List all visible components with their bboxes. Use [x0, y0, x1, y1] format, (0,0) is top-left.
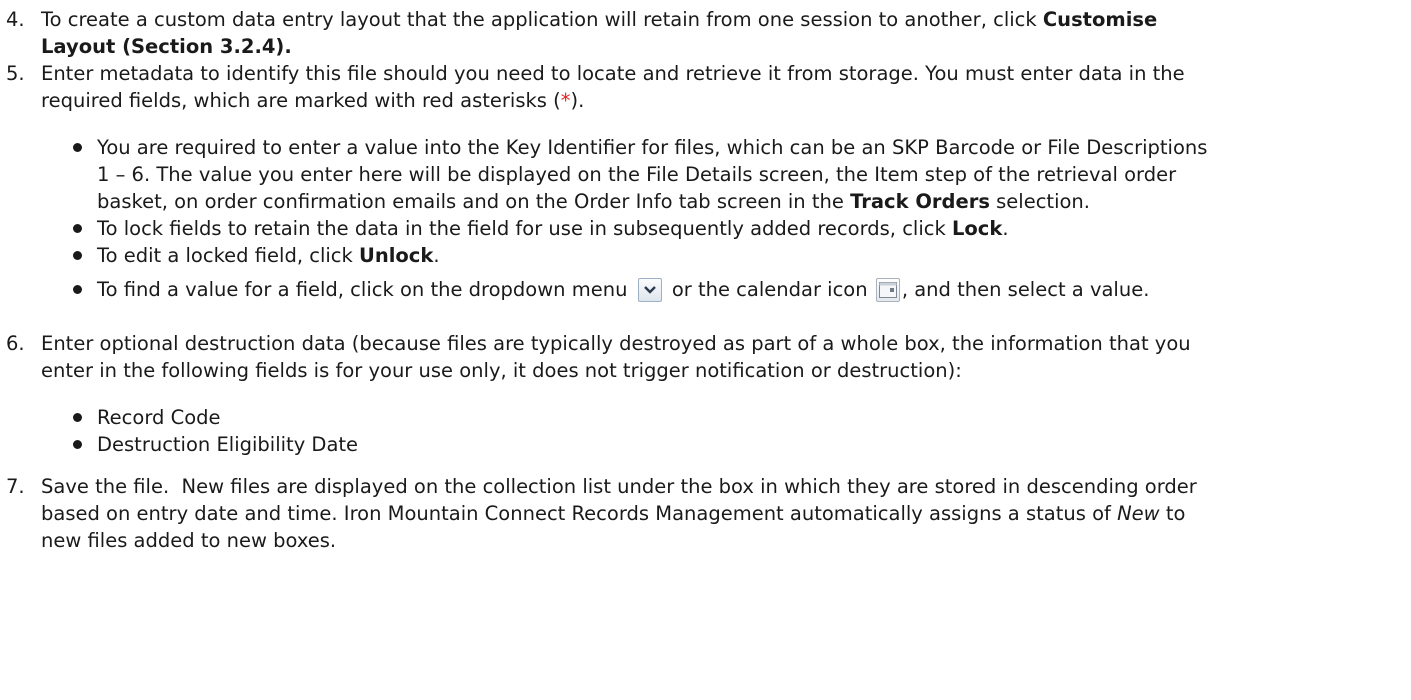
step-4: 4. To create a custom data entry layout …	[0, 6, 1390, 60]
step-line: Layout (Section 3.2.4).	[41, 35, 292, 58]
step-line: Enter metadata to identify this file sho…	[41, 62, 1185, 85]
track-orders-label: Track Orders	[850, 190, 990, 213]
step-number: 6.	[6, 332, 25, 355]
step-7: 7. Save the file. New files are displaye…	[0, 473, 1390, 554]
bullet-key-identifier: You are required to enter a value into t…	[0, 134, 1390, 215]
bullet-dot	[73, 143, 82, 152]
required-asterisk: *	[560, 89, 571, 112]
document-page: 4. To create a custom data entry layout …	[0, 0, 1411, 700]
bullet-record-code: Record Code	[0, 404, 1390, 431]
status-new: New	[1117, 502, 1160, 525]
step-text: Save the file. New files are displayed o…	[41, 475, 1197, 552]
bullet-lock: To lock fields to retain the data in the…	[0, 215, 1390, 242]
step-text: To create a custom data entry layout tha…	[41, 6, 1390, 60]
bullet-dot	[73, 413, 82, 422]
step-5: 5. Enter metadata to identify this file …	[0, 60, 1390, 114]
bullet-dot	[73, 440, 82, 449]
step-line: To create a custom data entry layout tha…	[41, 8, 1158, 31]
bullet-dot	[73, 285, 82, 294]
unlock-label: Unlock	[359, 244, 434, 267]
step-line: required fields, which are marked with r…	[41, 89, 585, 112]
step-number: 7.	[6, 475, 25, 498]
step-text: Enter optional destruction data (because…	[41, 332, 1191, 382]
step-6: 6. Enter optional destruction data (beca…	[0, 330, 1390, 384]
bullet-destruction-eligibility-date: Destruction Eligibility Date	[0, 431, 1390, 458]
step-text: Enter metadata to identify this file sho…	[41, 60, 1390, 114]
bullet-find-value: To find a value for a field, click on th…	[0, 276, 1390, 303]
chevron-down-icon	[637, 278, 662, 302]
bullet-dot	[73, 251, 82, 260]
bullet-unlock: To edit a locked field, click Unlock.	[0, 242, 1390, 269]
calendar-icon	[875, 278, 900, 302]
step-number: 5.	[6, 62, 25, 85]
lock-label: Lock	[951, 217, 1003, 240]
step-number: 4.	[6, 8, 25, 31]
bullet-dot	[73, 224, 82, 233]
